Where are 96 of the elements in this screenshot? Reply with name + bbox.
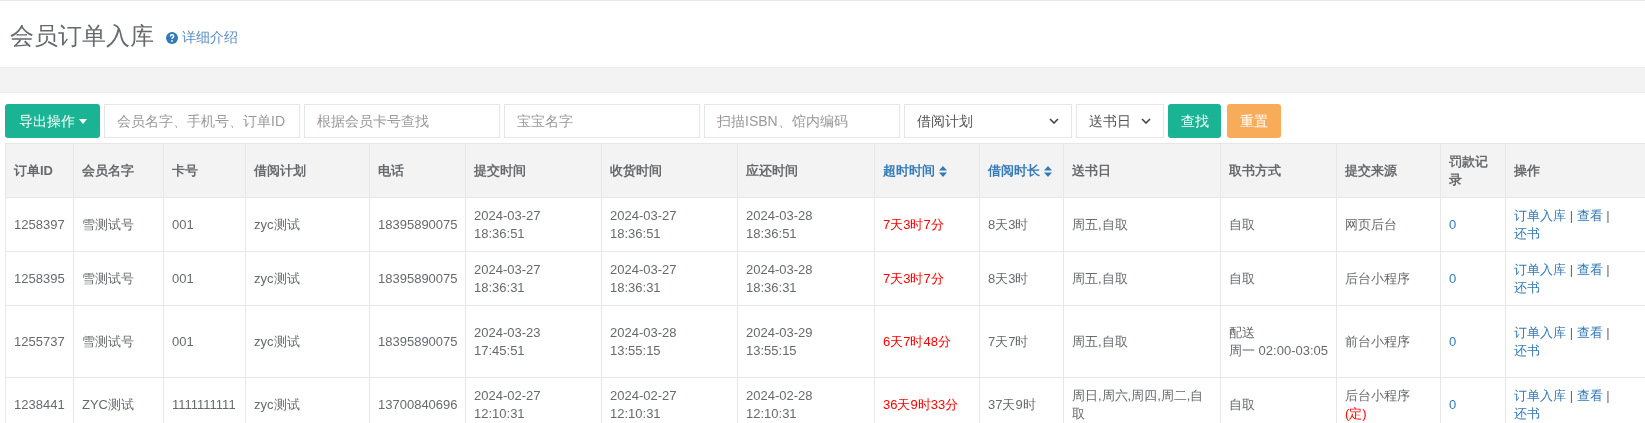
dropdown-select[interactable]: 送书日: [1076, 104, 1164, 138]
column-header: 卡号: [163, 143, 246, 198]
table-cell: 配送 周一 02:00-03:05: [1220, 305, 1337, 378]
column-header: 操作: [1505, 143, 1645, 198]
action-link[interactable]: 还书: [1514, 224, 1540, 243]
help-icon: [166, 31, 178, 44]
column-header[interactable]: 超时时间: [874, 143, 980, 198]
action-link[interactable]: 查看: [1576, 323, 1603, 342]
column-header[interactable]: 借阅时长: [979, 143, 1064, 198]
table-cell: 0: [1440, 305, 1506, 378]
table-cell: zyc测试: [245, 197, 370, 252]
table-cell: 2024-03-27 18:36:31: [465, 251, 602, 306]
table-cell: 001: [163, 305, 246, 378]
search-field[interactable]: 根据会员卡号查找: [304, 104, 500, 138]
export-button[interactable]: 导出操作: [5, 104, 100, 138]
table-cell: 1238441: [5, 377, 74, 423]
table-cell: 7天3时7分: [874, 197, 980, 252]
column-header: 收货时间: [601, 143, 738, 198]
tag-text: (定): [1345, 405, 1367, 421]
table-cell: zyc测试: [245, 251, 370, 306]
sort-icon[interactable]: [1044, 165, 1052, 177]
column-header: 订单ID: [5, 143, 74, 198]
column-header: 取书方式: [1220, 143, 1337, 198]
table-cell: 001: [163, 251, 246, 306]
search-field[interactable]: 会员名字、手机号、订单ID: [104, 104, 300, 138]
action-link[interactable]: 还书: [1514, 404, 1540, 423]
separator-text: |: [1605, 387, 1610, 403]
separator-text: |: [1605, 261, 1610, 277]
separator-text: |: [1605, 207, 1610, 223]
column-header: 借阅计划: [245, 143, 370, 198]
action-link[interactable]: 订单入库: [1514, 323, 1566, 342]
separator-text: |: [1568, 387, 1574, 403]
action-link[interactable]: 查看: [1576, 386, 1603, 405]
source-text: 后台小程序: [1345, 270, 1410, 286]
column-header: 罚款记录: [1440, 143, 1506, 198]
table-cell: 2024-03-23 17:45:51: [465, 305, 602, 378]
table-cell: 周五,自取: [1063, 251, 1221, 306]
table-cell: 0: [1440, 197, 1506, 252]
action-link[interactable]: 查看: [1576, 260, 1603, 279]
action-link[interactable]: 订单入库: [1514, 260, 1566, 279]
help-link[interactable]: 详细介绍: [166, 27, 238, 48]
table-cell: 8天3时: [979, 251, 1064, 306]
table-cell: 18395890075: [369, 197, 466, 252]
page-title: 会员订单入库: [10, 20, 154, 51]
table-cell: 18395890075: [369, 305, 466, 378]
search-button[interactable]: 查找: [1168, 104, 1221, 138]
table-cell: 8天3时: [979, 197, 1064, 252]
search-field[interactable]: 扫描ISBN、馆内编码: [704, 104, 900, 138]
action-link[interactable]: 还书: [1514, 341, 1540, 360]
source-text: 前台小程序: [1345, 333, 1410, 349]
chevron-down-icon: [1049, 118, 1059, 124]
search-field[interactable]: 宝宝名字: [504, 104, 700, 138]
table-cell: 2024-03-28 13:55:15: [601, 305, 738, 378]
action-link[interactable]: 查看: [1576, 206, 1603, 225]
table-cell: 雪测试号: [73, 251, 164, 306]
table-cell: 2024-03-27 18:36:51: [465, 197, 602, 252]
source-text: 后台小程序: [1345, 387, 1410, 403]
table-cell: 自取: [1220, 197, 1337, 252]
table-cell: 18395890075: [369, 251, 466, 306]
action-link[interactable]: 订单入库: [1514, 206, 1566, 225]
table-cell: 雪测试号: [73, 305, 164, 378]
column-header: 提交来源: [1336, 143, 1441, 198]
table-cell: 0: [1440, 251, 1506, 306]
table-cell: 2024-03-27 18:36:51: [601, 197, 738, 252]
table-cell: 6天7时48分: [874, 305, 980, 378]
caret-icon: [78, 118, 87, 124]
dropdown-select[interactable]: 借阅计划: [904, 104, 1072, 138]
column-header: 电话: [369, 143, 466, 198]
column-header: 送书日: [1063, 143, 1221, 198]
table-cell: 2024-03-29 13:55:15: [737, 305, 875, 378]
action-link[interactable]: 还书: [1514, 278, 1540, 297]
source-text: 网页后台: [1345, 216, 1397, 232]
separator-text: |: [1605, 324, 1610, 340]
table-cell: zyc测试: [245, 305, 370, 378]
action-link[interactable]: 订单入库: [1514, 386, 1566, 405]
table-cell: 2024-03-28 18:36:51: [737, 197, 875, 252]
sort-icon[interactable]: [939, 165, 947, 177]
column-header: 应还时间: [737, 143, 875, 198]
table-cell: 1258397: [5, 197, 74, 252]
table-cell: 7天7时: [979, 305, 1064, 378]
table-cell: 雪测试号: [73, 197, 164, 252]
table-cell: 7天3时7分: [874, 251, 980, 306]
column-header: 会员名字: [73, 143, 164, 198]
column-header: 提交时间: [465, 143, 602, 198]
separator-text: |: [1568, 261, 1574, 277]
table-cell: 1255737: [5, 305, 74, 378]
table-cell: 自取: [1220, 251, 1337, 306]
table-cell: 周五,自取: [1063, 197, 1221, 252]
table-cell: 2024-03-28 18:36:31: [737, 251, 875, 306]
table-cell: 1258395: [5, 251, 74, 306]
separator-text: |: [1568, 324, 1574, 340]
chevron-down-icon: [1141, 118, 1151, 124]
separator-text: |: [1568, 207, 1574, 223]
table-cell: 周五,自取: [1063, 305, 1221, 378]
table-cell: 001: [163, 197, 246, 252]
table-cell: 2024-03-27 18:36:31: [601, 251, 738, 306]
